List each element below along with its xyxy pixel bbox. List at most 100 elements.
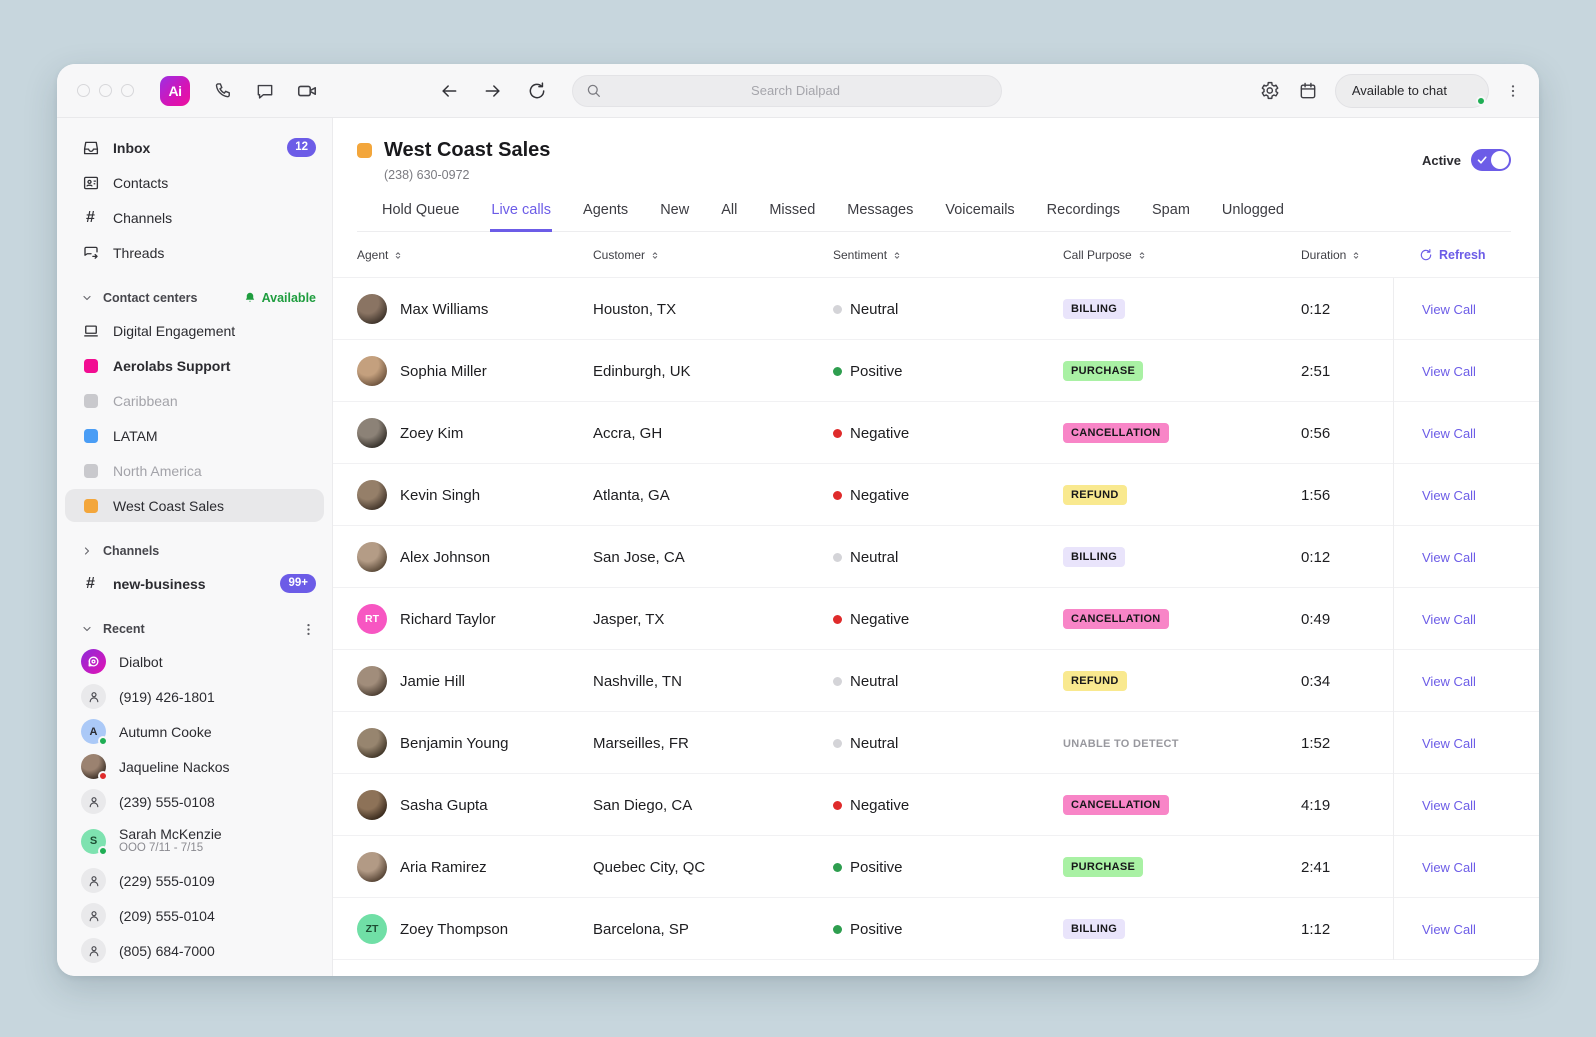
tab-missed[interactable]: Missed bbox=[768, 202, 816, 231]
view-call-link[interactable]: View Call bbox=[1422, 364, 1476, 379]
window-controls[interactable] bbox=[77, 84, 134, 97]
customer-location: San Jose, CA bbox=[593, 549, 833, 566]
view-call-link[interactable]: View Call bbox=[1422, 674, 1476, 689]
search-icon bbox=[585, 82, 602, 99]
call-purpose-badge: BILLING bbox=[1063, 547, 1125, 567]
column-header-sentiment[interactable]: Sentiment bbox=[833, 248, 1063, 262]
search-input[interactable] bbox=[602, 83, 989, 98]
sidebar-item-channels[interactable]: #Channels bbox=[57, 200, 332, 235]
sidebar-item-digital-engagement[interactable]: Digital Engagement bbox=[57, 313, 332, 348]
tab-hold-queue[interactable]: Hold Queue bbox=[381, 202, 460, 231]
availability-dropdown[interactable]: Available to chat bbox=[1335, 74, 1489, 108]
sidebar-item-contacts[interactable]: Contacts bbox=[57, 165, 332, 200]
contact-centers-section-header[interactable]: Contact centers Available bbox=[57, 283, 332, 313]
tab-recordings[interactable]: Recordings bbox=[1046, 202, 1121, 231]
agent-name: Jamie Hill bbox=[400, 673, 465, 690]
check-icon bbox=[1476, 154, 1488, 166]
back-arrow-icon[interactable] bbox=[438, 80, 460, 102]
sidebar-item-latam[interactable]: LATAM bbox=[57, 418, 332, 453]
view-call-link[interactable]: View Call bbox=[1422, 860, 1476, 875]
sidebar-item-919-426-1801[interactable]: (919) 426-1801 bbox=[57, 679, 332, 714]
threads-icon bbox=[81, 243, 100, 262]
table-row: Sasha GuptaSan Diego, CANegativeCANCELLA… bbox=[333, 774, 1539, 836]
sort-icon bbox=[1137, 250, 1147, 261]
tab-messages[interactable]: Messages bbox=[846, 202, 914, 231]
sidebar-item-caribbean[interactable]: Caribbean bbox=[57, 383, 332, 418]
sentiment-dot-icon bbox=[833, 677, 842, 686]
tab-agents[interactable]: Agents bbox=[582, 202, 629, 231]
tab-unlogged[interactable]: Unlogged bbox=[1221, 202, 1285, 231]
sidebar-item-sarah-mckenzie[interactable]: SSarah McKenzieOOO 7/11 - 7/15 bbox=[57, 819, 332, 863]
recent-overflow-icon[interactable] bbox=[300, 622, 316, 637]
column-header-agent[interactable]: Agent bbox=[357, 248, 593, 262]
sidebar-item-dialbot[interactable]: Dialbot bbox=[57, 644, 332, 679]
forward-arrow-icon[interactable] bbox=[482, 80, 504, 102]
column-header-duration[interactable]: Duration bbox=[1301, 248, 1393, 262]
sidebar-item-inbox[interactable]: Inbox12 bbox=[57, 130, 332, 165]
column-label: Sentiment bbox=[833, 248, 887, 262]
calendar-icon[interactable] bbox=[1297, 80, 1319, 102]
tab-voicemails[interactable]: Voicemails bbox=[944, 202, 1015, 231]
call-purpose-badge: CANCELLATION bbox=[1063, 795, 1169, 815]
sidebar-item-805-684-7000[interactable]: (805) 684-7000 bbox=[57, 933, 332, 968]
agent-name: Max Williams bbox=[400, 301, 488, 318]
column-header-customer[interactable]: Customer bbox=[593, 248, 833, 262]
column-header-call-purpose[interactable]: Call Purpose bbox=[1063, 248, 1301, 262]
sidebar-item-aerolabs-support[interactable]: Aerolabs Support bbox=[57, 348, 332, 383]
call-purpose-badge: PURCHASE bbox=[1063, 857, 1143, 877]
table-row: Zoey KimAccra, GHNegativeCANCELLATION0:5… bbox=[333, 402, 1539, 464]
settings-gear-icon[interactable] bbox=[1259, 80, 1281, 102]
reload-icon[interactable] bbox=[526, 80, 548, 102]
sidebar-item-threads[interactable]: Threads bbox=[57, 235, 332, 270]
sidebar-item-new-business[interactable]: #new-business99+ bbox=[57, 566, 332, 601]
view-call-link[interactable]: View Call bbox=[1422, 550, 1476, 565]
sidebar-item-229-555-0109[interactable]: (229) 555-0109 bbox=[57, 863, 332, 898]
table-header: AgentCustomerSentiment Call PurposeDurati… bbox=[333, 232, 1539, 278]
messages-icon[interactable] bbox=[254, 80, 276, 102]
video-icon[interactable] bbox=[296, 80, 318, 102]
view-call-link[interactable]: View Call bbox=[1422, 426, 1476, 441]
agent-name: Aria Ramirez bbox=[400, 859, 487, 876]
call-duration: 4:19 bbox=[1301, 797, 1393, 814]
refresh-button[interactable]: Refresh bbox=[1393, 248, 1486, 262]
dialpad-logo-icon[interactable]: Ai bbox=[160, 76, 190, 106]
view-call-link[interactable]: View Call bbox=[1422, 798, 1476, 813]
view-call-link[interactable]: View Call bbox=[1422, 736, 1476, 751]
contact-center-color-icon bbox=[357, 143, 372, 158]
sidebar-item-jaqueline-nackos[interactable]: Jaqueline Nackos bbox=[57, 749, 332, 784]
sidebar-item-autumn-cooke[interactable]: AAutumn Cooke bbox=[57, 714, 332, 749]
list-item-label: (919) 426-1801 bbox=[119, 689, 316, 705]
tab-all[interactable]: All bbox=[720, 202, 738, 231]
customer-location: Jasper, TX bbox=[593, 611, 833, 628]
chevron-down-icon bbox=[81, 292, 93, 304]
search-bar[interactable] bbox=[572, 75, 1002, 107]
list-item-label: Inbox bbox=[113, 140, 274, 156]
table-row: Sophia MillerEdinburgh, UKPositivePURCHA… bbox=[333, 340, 1539, 402]
sidebar-item-239-555-0108[interactable]: (239) 555-0108 bbox=[57, 784, 332, 819]
avatar bbox=[357, 542, 387, 572]
sentiment-label: Negative bbox=[850, 425, 909, 442]
bell-icon bbox=[243, 291, 257, 305]
sidebar-item-west-coast-sales[interactable]: West Coast Sales bbox=[57, 488, 332, 523]
tab-live-calls[interactable]: Live calls bbox=[490, 202, 552, 232]
avatar: S bbox=[81, 829, 106, 854]
hash-icon: # bbox=[81, 208, 100, 227]
view-call-link[interactable]: View Call bbox=[1422, 302, 1476, 317]
call-duration: 0:12 bbox=[1301, 549, 1393, 566]
sidebar-item-209-555-0104[interactable]: (209) 555-0104 bbox=[57, 898, 332, 933]
tab-spam[interactable]: Spam bbox=[1151, 202, 1191, 231]
active-toggle[interactable] bbox=[1471, 149, 1511, 171]
app-window: Ai Available to chat Inbox12C bbox=[57, 64, 1539, 976]
list-item-label: LATAM bbox=[113, 428, 316, 444]
recent-section-header[interactable]: Recent bbox=[57, 614, 332, 644]
view-call-link[interactable]: View Call bbox=[1422, 922, 1476, 937]
tab-new[interactable]: New bbox=[659, 202, 690, 231]
sentiment-dot-icon bbox=[833, 553, 842, 562]
channels-section-header[interactable]: Channels bbox=[57, 536, 332, 566]
view-call-link[interactable]: View Call bbox=[1422, 612, 1476, 627]
sidebar-item-north-america[interactable]: North America bbox=[57, 453, 332, 488]
view-call-link[interactable]: View Call bbox=[1422, 488, 1476, 503]
sentiment-label: Positive bbox=[850, 921, 903, 938]
overflow-menu-icon[interactable] bbox=[1505, 80, 1521, 102]
phone-icon[interactable] bbox=[212, 80, 234, 102]
